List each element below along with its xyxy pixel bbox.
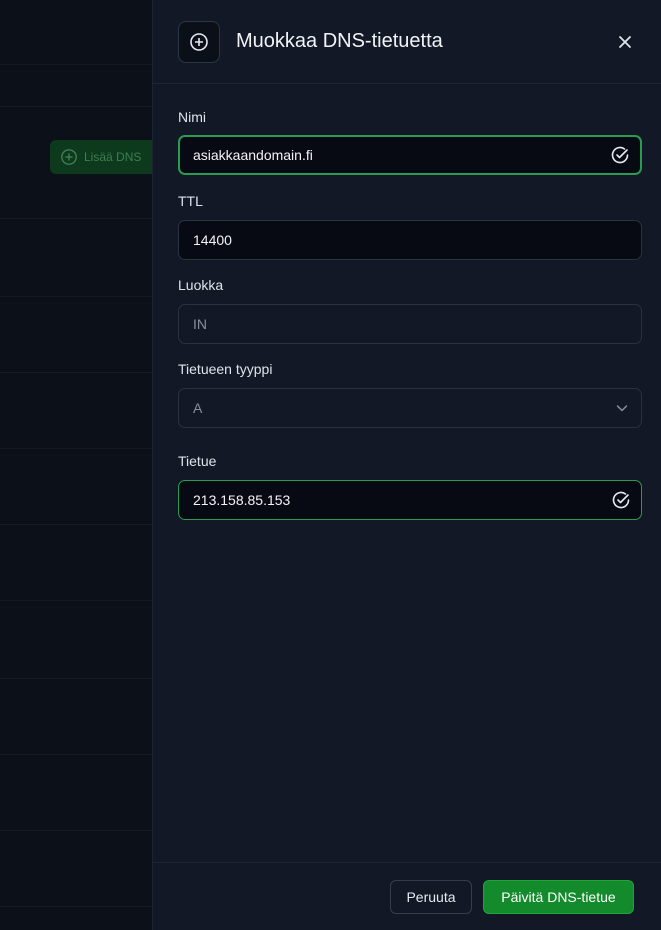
drawer-footer: Peruuta Päivitä DNS-tietue [153, 862, 661, 930]
check-circle-icon [611, 490, 631, 510]
record-type-value: A [193, 400, 203, 416]
row-divider [0, 678, 153, 679]
row-divider [0, 906, 153, 907]
row-divider [0, 448, 153, 449]
close-button[interactable] [613, 30, 637, 54]
edit-dns-drawer: Muokkaa DNS-tietuetta Nimi asiakkaandoma… [152, 0, 661, 930]
check-circle-icon [610, 145, 630, 165]
row-divider [0, 600, 153, 601]
plus-circle-icon [189, 32, 209, 52]
cancel-button[interactable]: Peruuta [390, 880, 472, 914]
header-icon-box [178, 21, 220, 63]
ttl-value: 14400 [193, 232, 232, 248]
background-add-dns-label: Lisää DNS [84, 150, 142, 164]
chevron-down-icon [615, 401, 629, 415]
record-type-label: Tietueen tyyppi [178, 361, 273, 377]
class-value: IN [193, 316, 207, 332]
record-input[interactable]: 213.158.85.153 [178, 480, 642, 520]
background-add-dns-button: Lisää DNS [50, 140, 160, 174]
class-input[interactable]: IN [178, 304, 642, 344]
row-divider [0, 296, 153, 297]
row-divider [0, 218, 153, 219]
record-value: 213.158.85.153 [193, 492, 291, 508]
row-divider [0, 754, 153, 755]
name-value: asiakkaandomain.fi [193, 147, 313, 163]
row-divider [0, 830, 153, 831]
record-type-select[interactable]: A [178, 388, 642, 428]
update-dns-record-button[interactable]: Päivitä DNS-tietue [483, 880, 634, 914]
row-divider [0, 64, 153, 65]
row-divider [0, 524, 153, 525]
drawer-title: Muokkaa DNS-tietuetta [236, 30, 443, 52]
plus-circle-icon [60, 148, 78, 166]
name-input[interactable]: asiakkaandomain.fi [178, 135, 642, 175]
name-label: Nimi [178, 109, 206, 125]
record-label: Tietue [178, 453, 217, 469]
ttl-label: TTL [178, 193, 203, 209]
ttl-input[interactable]: 14400 [178, 220, 642, 260]
class-label: Luokka [178, 277, 224, 293]
row-divider [0, 106, 153, 107]
drawer-header: Muokkaa DNS-tietuetta [153, 0, 661, 84]
row-divider [0, 372, 153, 373]
close-icon [617, 34, 633, 50]
